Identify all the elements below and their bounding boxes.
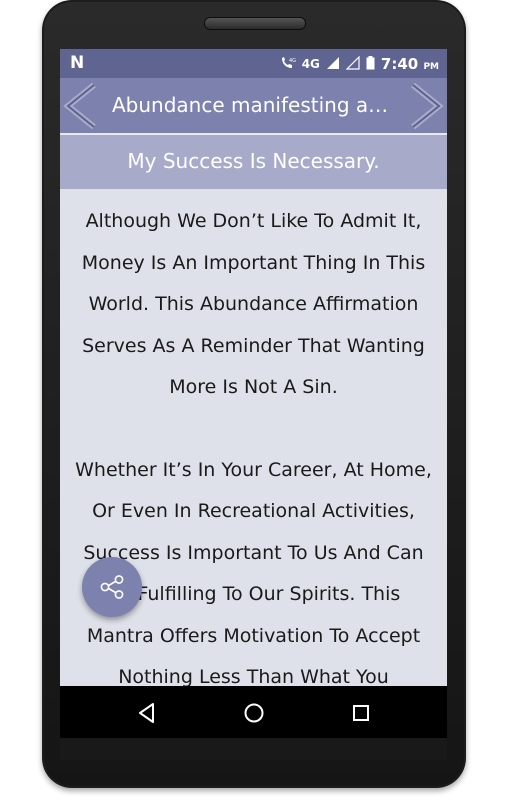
back-icon <box>139 703 154 723</box>
n-icon: N <box>70 53 85 73</box>
status-bar: N 4G 4G 7:40 PM <box>60 49 447 78</box>
affirmation-paragraph: Although We Don’t Like To Admit It, Mone… <box>81 210 426 398</box>
chevron-left-icon <box>63 82 96 130</box>
home-button[interactable] <box>239 698 269 728</box>
recents-button[interactable] <box>346 698 376 728</box>
clock-ampm: PM <box>423 62 439 72</box>
signal-empty-icon <box>345 55 360 73</box>
earpiece-speaker <box>204 17 306 30</box>
chevron-right-icon <box>411 82 444 130</box>
status-icons: 4G 4G 7:40 PM <box>280 54 439 74</box>
recents-icon <box>353 705 369 721</box>
previous-button[interactable] <box>62 82 102 130</box>
app-title: Abundance manifesting affir... <box>112 93 402 117</box>
svg-text:4G: 4G <box>289 58 296 64</box>
clock-time: 7:40 <box>380 55 419 73</box>
call-4g-icon: 4G <box>280 56 296 73</box>
affirmation-title: My Success Is Necessary. <box>60 133 447 189</box>
share-button[interactable] <box>82 557 142 617</box>
back-button[interactable] <box>132 698 162 728</box>
battery-icon <box>366 55 375 73</box>
next-button[interactable] <box>405 82 445 130</box>
signal-icon <box>326 56 340 73</box>
phone-chin <box>60 738 447 760</box>
app-bar: Abundance manifesting affir... <box>60 78 447 133</box>
clock: 7:40 PM <box>381 55 439 73</box>
share-icon <box>100 575 124 599</box>
navigation-bar <box>60 686 447 738</box>
network-type-label: 4G <box>301 57 320 71</box>
home-icon <box>244 703 264 723</box>
